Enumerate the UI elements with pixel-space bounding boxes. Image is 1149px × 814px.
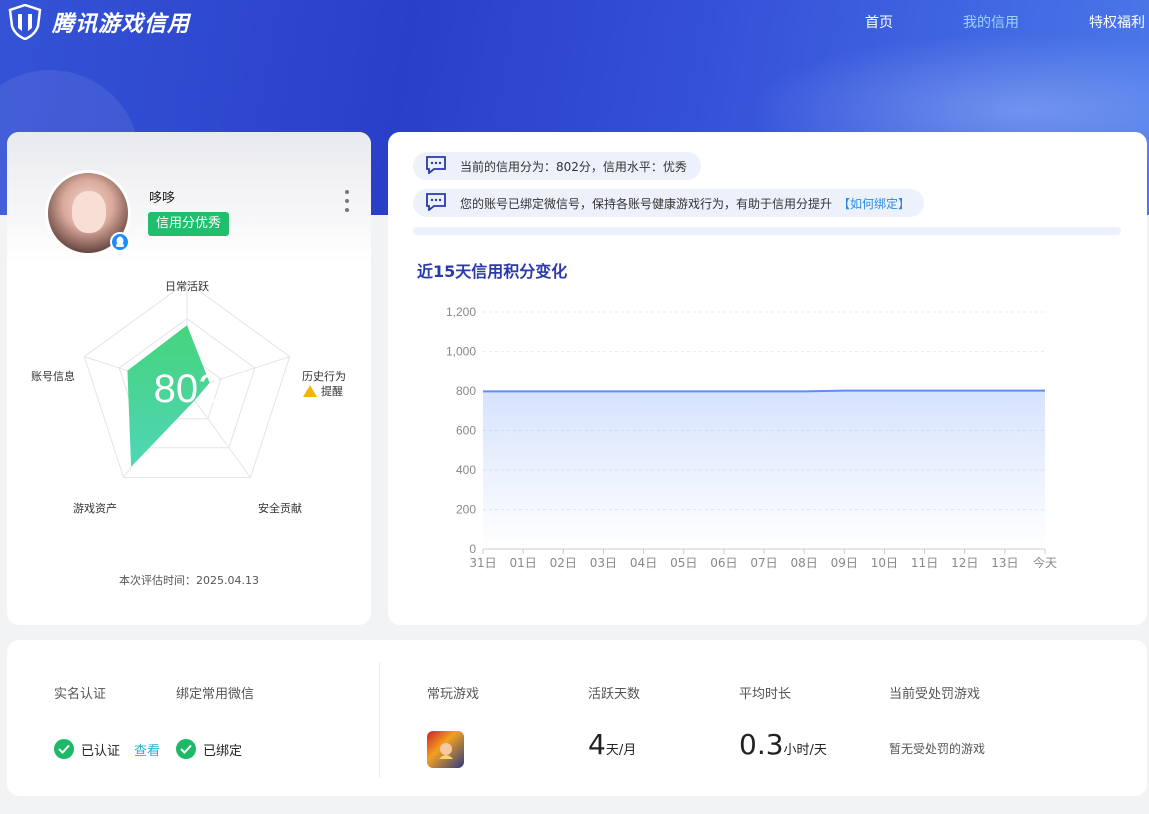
wechat-label: 绑定常用微信	[176, 687, 255, 702]
x-tick-label: 08日	[791, 556, 818, 570]
credit-level-badge: 信用分优秀	[148, 212, 230, 236]
realname-status-text: 已认证	[81, 743, 121, 759]
radar-label-account: 账号信息	[31, 370, 75, 383]
y-tick-label: 200	[456, 503, 476, 517]
wechat-status: 已绑定	[176, 739, 242, 759]
brand-logo[interactable]: 腾讯游戏信用	[8, 4, 190, 40]
check-icon	[176, 739, 196, 759]
x-tick-label: 02日	[550, 556, 577, 570]
evaluation-time: 本次评估时间：2025.04.13	[119, 574, 259, 587]
active-days-label: 活跃天数	[588, 687, 641, 702]
history-warning[interactable]: 提醒	[303, 383, 343, 399]
x-tick-label: 07日	[750, 556, 777, 570]
summary-card: 实名认证 绑定常用微信 已认证 查看 已绑定 常玩游戏 活跃天数 4天/月 平均…	[7, 640, 1147, 796]
how-to-bind-link[interactable]: 【如何绑定】	[838, 195, 910, 212]
punish-label: 当前受处罚游戏	[889, 687, 981, 702]
message-icon	[425, 155, 447, 177]
x-tick-label: 06日	[710, 556, 737, 570]
divider	[379, 662, 380, 778]
y-tick-label: 0	[469, 542, 476, 556]
brand-name: 腾讯游戏信用	[52, 12, 191, 37]
radar-label-history: 历史行为	[302, 370, 346, 383]
warning-icon	[303, 385, 317, 397]
x-tick-label: 04日	[630, 556, 657, 570]
game-icon[interactable]	[427, 731, 464, 768]
x-tick-label: 今天	[1033, 555, 1057, 570]
message-icon	[425, 192, 447, 214]
y-tick-label: 1,000	[446, 345, 476, 359]
punish-status: 暂无受处罚的游戏	[889, 742, 986, 756]
qq-icon	[110, 232, 130, 252]
profile-card: 哆哆 信用分优秀 802 日常活跃 历史行为 提醒 安全贡献 游戏资产 账号信息…	[7, 132, 371, 625]
avg-duration-value: 0.3小时/天	[739, 728, 827, 761]
active-days-value: 4天/月	[588, 728, 637, 761]
notice-score-text: 当前的信用分为：802分，信用水平：优秀	[460, 159, 687, 174]
x-tick-label: 13日	[991, 556, 1018, 570]
radar-label-daily: 日常活跃	[165, 280, 209, 293]
y-tick-label: 1,200	[446, 305, 476, 319]
realname-status: 已认证 查看	[54, 739, 160, 759]
notice-score: 当前的信用分为：802分，信用水平：优秀	[413, 152, 701, 180]
x-tick-label: 11日	[911, 556, 938, 570]
radar-label-security: 安全贡献	[258, 502, 302, 515]
notice-clipped	[413, 227, 1121, 235]
wechat-status-text: 已绑定	[203, 743, 243, 759]
check-icon	[54, 739, 74, 759]
games-label: 常玩游戏	[427, 687, 480, 702]
credit-series-line	[483, 389, 1045, 393]
warning-label: 提醒	[321, 385, 343, 398]
x-tick-label: 31日	[469, 556, 496, 570]
y-tick-label: 800	[456, 384, 476, 398]
radar-label-assets: 游戏资产	[73, 502, 117, 515]
credit-chart-card: 当前的信用分为：802分，信用水平：优秀 您的账号已绑定微信号，保持各账号健康游…	[388, 132, 1147, 625]
y-tick-label: 400	[456, 463, 476, 477]
notice-wechat-text: 您的账号已绑定微信号，保持各账号健康游戏行为，有助于信用分提升	[460, 196, 833, 211]
nickname: 哆哆	[149, 191, 176, 206]
x-tick-label: 09日	[831, 556, 858, 570]
x-tick-label: 01日	[510, 556, 537, 570]
avg-duration-label: 平均时长	[739, 687, 792, 702]
nav-home[interactable]: 首页	[865, 12, 893, 32]
x-tick-label: 10日	[871, 556, 898, 570]
credit-score: 802	[154, 367, 221, 411]
chart-title: 近15天信用积分变化	[417, 262, 568, 281]
more-options-icon[interactable]	[341, 190, 353, 212]
nav-my-credit[interactable]: 我的信用	[963, 12, 1019, 32]
notice-wechat: 您的账号已绑定微信号，保持各账号健康游戏行为，有助于信用分提升 【如何绑定】	[413, 189, 925, 217]
credit-line-chart: 0 200 400 600 800 1,000 1,200 31日 01日 02日 03日 04日 0…	[446, 305, 1057, 570]
view-realname-link[interactable]: 查看	[134, 740, 160, 759]
x-tick-label: 12日	[951, 556, 978, 570]
shield-logo-icon	[8, 4, 42, 40]
x-tick-label: 03日	[590, 556, 617, 570]
realname-label: 实名认证	[54, 687, 107, 702]
nav-privileges[interactable]: 特权福利	[1089, 12, 1145, 32]
y-tick-label: 600	[456, 424, 476, 438]
x-tick-label: 05日	[670, 556, 697, 570]
credit-series-area	[483, 390, 1045, 549]
